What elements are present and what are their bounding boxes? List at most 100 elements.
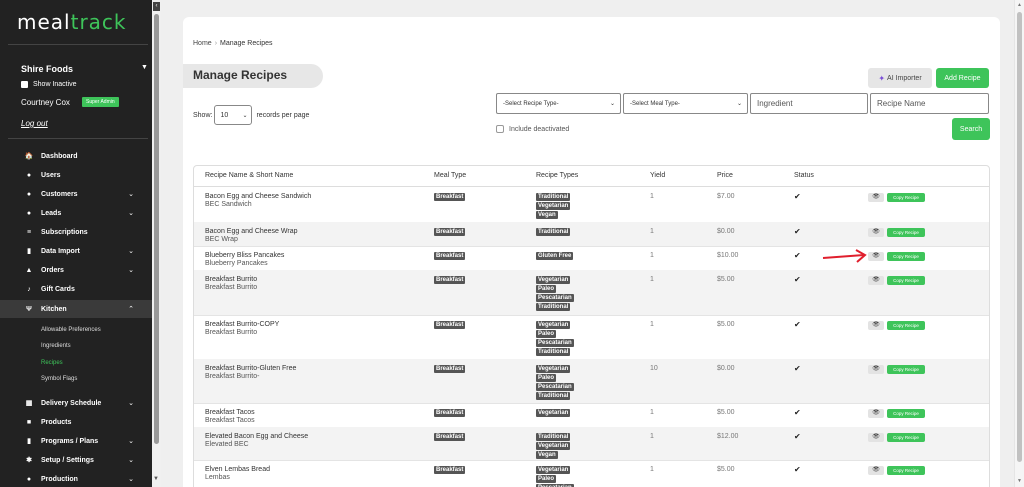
checkbox-box[interactable] [21,81,28,88]
sidebar-item-kitchen[interactable]: Ψ Kitchen ⌃ [0,300,152,318]
sidebar-item-data-import[interactable]: ▮ Data Import ⌄ [0,242,152,260]
ingredient-input[interactable] [750,93,868,114]
col-header-meal-type[interactable]: Meal Type [434,172,466,179]
view-eye-icon[interactable]: 👁 [868,321,884,330]
sidebar-item-gift-cards[interactable]: ♪ Gift Cards [0,280,152,298]
recipe-short-name: Breakfast Burrito [205,329,258,336]
view-eye-icon[interactable]: 👁 [868,365,884,374]
table-row [194,427,989,460]
recipe-name[interactable]: Breakfast Burrito-Gluten Free [205,365,296,373]
yield-cell: 1 [650,321,654,328]
copy-recipe-button[interactable]: Copy Recipe [887,252,925,261]
meal-type-cell: Breakfast [434,321,466,330]
recipe-type-value: -Select Recipe Type- [503,100,559,107]
include-deactivated-checkbox[interactable]: Include deactivated [496,125,569,133]
show-inactive-checkbox[interactable]: Show Inactive [21,81,77,88]
recipe-name[interactable]: Blueberry Bliss Pancakes [205,252,284,260]
copy-recipe-button[interactable]: Copy Recipe [887,365,925,374]
search-button[interactable]: Search [952,118,990,140]
view-eye-icon[interactable]: 👁 [868,252,884,261]
meal-type-tag: Breakfast [434,193,466,201]
recipe-name-cell: Breakfast Burrito Breakfast Burrito [205,276,257,292]
view-eye-icon[interactable]: 👁 [868,228,884,237]
sidebar-item-customers[interactable]: ● Customers ⌄ [0,185,152,203]
copy-recipe-button[interactable]: Copy Recipe [887,276,925,285]
copy-recipe-button[interactable]: Copy Recipe [887,321,925,330]
sidebar-item-products[interactable]: ■ Products [0,413,152,431]
recipe-types-cell: Gluten Free [536,252,574,261]
user-name: Courtney Cox [21,98,70,107]
recipe-name[interactable]: Breakfast Burrito-COPY [205,321,279,329]
recipe-name[interactable]: Breakfast Tacos [205,409,255,417]
sidebar-subitem-allowable-preferences[interactable]: Allowable Preferences [41,327,101,333]
scroll-up-icon[interactable]: ▲ [1017,2,1022,8]
view-eye-icon[interactable]: 👁 [868,193,884,202]
chevron-down-icon: ⌄ [128,191,134,198]
sidebar-subitem-symbol-flags[interactable]: Symbol Flags [41,376,77,382]
checkbox-box[interactable] [496,125,504,133]
sidebar-item-dashboard[interactable]: 🏠 Dashboard [0,147,152,165]
sidebar-subitem-recipes[interactable]: Recipes [41,360,63,366]
recipe-name[interactable]: Elevated Bacon Egg and Cheese [205,433,308,441]
recipe-name[interactable]: Bacon Egg and Cheese Sandwich [205,193,311,201]
sidebar-item-setup-settings[interactable]: ✱ Setup / Settings ⌄ [0,451,152,469]
ai-importer-button[interactable]: ✦ AI Importer [868,68,932,88]
sidebar-item-leads[interactable]: ● Leads ⌄ [0,204,152,222]
sidebar-subitem-ingredients[interactable]: Ingredients [41,343,71,349]
meal-type-tag: Breakfast [434,321,466,329]
scroll-down-icon[interactable]: ▼ [153,476,159,482]
recipe-type-tag: Traditional [536,303,571,311]
logo[interactable]: mealtrack [17,10,127,34]
sidebar-item-subscriptions[interactable]: ≡ Subscriptions [0,223,152,241]
add-recipe-button[interactable]: Add Recipe [936,68,989,88]
sidebar-item-label: Customers [41,190,78,198]
status-check-icon: ✔ [794,408,801,417]
scrollbar-thumb[interactable] [1017,12,1022,462]
copy-recipe-button[interactable]: Copy Recipe [887,409,925,418]
breadcrumb-home[interactable]: Home [193,40,212,47]
view-eye-icon[interactable]: 👁 [868,276,884,285]
page-size-select[interactable]: 10 ⌄ [214,105,253,125]
caret-down-icon[interactable]: ▼ [141,64,148,71]
recipe-name-cell: Breakfast Burrito-Gluten Free Breakfast B… [205,365,296,381]
copy-recipe-button[interactable]: Copy Recipe [887,433,925,442]
copy-recipe-button[interactable]: Copy Recipe [887,228,925,237]
sidebar-scrollbar[interactable]: ‹ ▼ [152,0,161,487]
price-cell: $5.00 [717,276,735,283]
collapse-sidebar-icon[interactable]: ‹ [153,2,160,11]
sidebar-item-label: Setup / Settings [41,456,94,464]
copy-recipe-button[interactable]: Copy Recipe [887,193,925,202]
sidebar-item-label: Data Import [41,247,80,255]
sidebar-item-delivery-schedule[interactable]: ▦ Delivery Schedule ⌄ [0,394,152,412]
logout-link[interactable]: Log out [21,119,48,128]
yield-cell: 1 [650,433,654,440]
col-header-yield[interactable]: Yield [650,172,665,179]
col-header-recipe-types[interactable]: Recipe Types [536,172,578,179]
sidebar-item-users[interactable]: ● Users [0,166,152,184]
col-header-price[interactable]: Price [717,172,733,179]
view-eye-icon[interactable]: 👁 [868,409,884,418]
account-name[interactable]: Shire Foods [21,64,73,74]
view-eye-icon[interactable]: 👁 [868,466,884,475]
sidebar-item-label: Orders [41,266,64,274]
copy-recipe-button[interactable]: Copy Recipe [887,466,925,475]
col-header-status[interactable]: Status [794,172,814,179]
view-eye-icon[interactable]: 👁 [868,433,884,442]
scrollbar-thumb[interactable] [154,14,159,444]
col-header-name[interactable]: Recipe Name & Short Name [205,172,293,179]
sidebar-item-production[interactable]: ● Production ⌄ [0,470,152,487]
recipe-name[interactable]: Elven Lembas Bread [205,466,270,474]
recipe-name-input[interactable] [870,93,989,114]
include-deactivated-label: Include deactivated [509,125,570,133]
chevron-down-icon: ⌄ [128,210,134,217]
chevron-down-icon: ⌄ [609,101,615,107]
recipe-name[interactable]: Breakfast Burrito [205,276,257,284]
recipe-type-select[interactable]: -Select Recipe Type- ⌄ [496,93,621,114]
recipe-types-cell: Vegetarian [536,409,571,418]
sidebar-item-programs-plans[interactable]: ▮ Programs / Plans ⌄ [0,432,152,450]
meal-type-select[interactable]: -Select Meal Type- ⌄ [623,93,748,114]
sidebar-item-orders[interactable]: ▲ Orders ⌄ [0,261,152,279]
scroll-down-icon[interactable]: ▼ [1017,478,1022,484]
recipe-name[interactable]: Bacon Egg and Cheese Wrap [205,228,298,236]
page-scrollbar[interactable]: ▲ ▼ [1014,0,1024,487]
